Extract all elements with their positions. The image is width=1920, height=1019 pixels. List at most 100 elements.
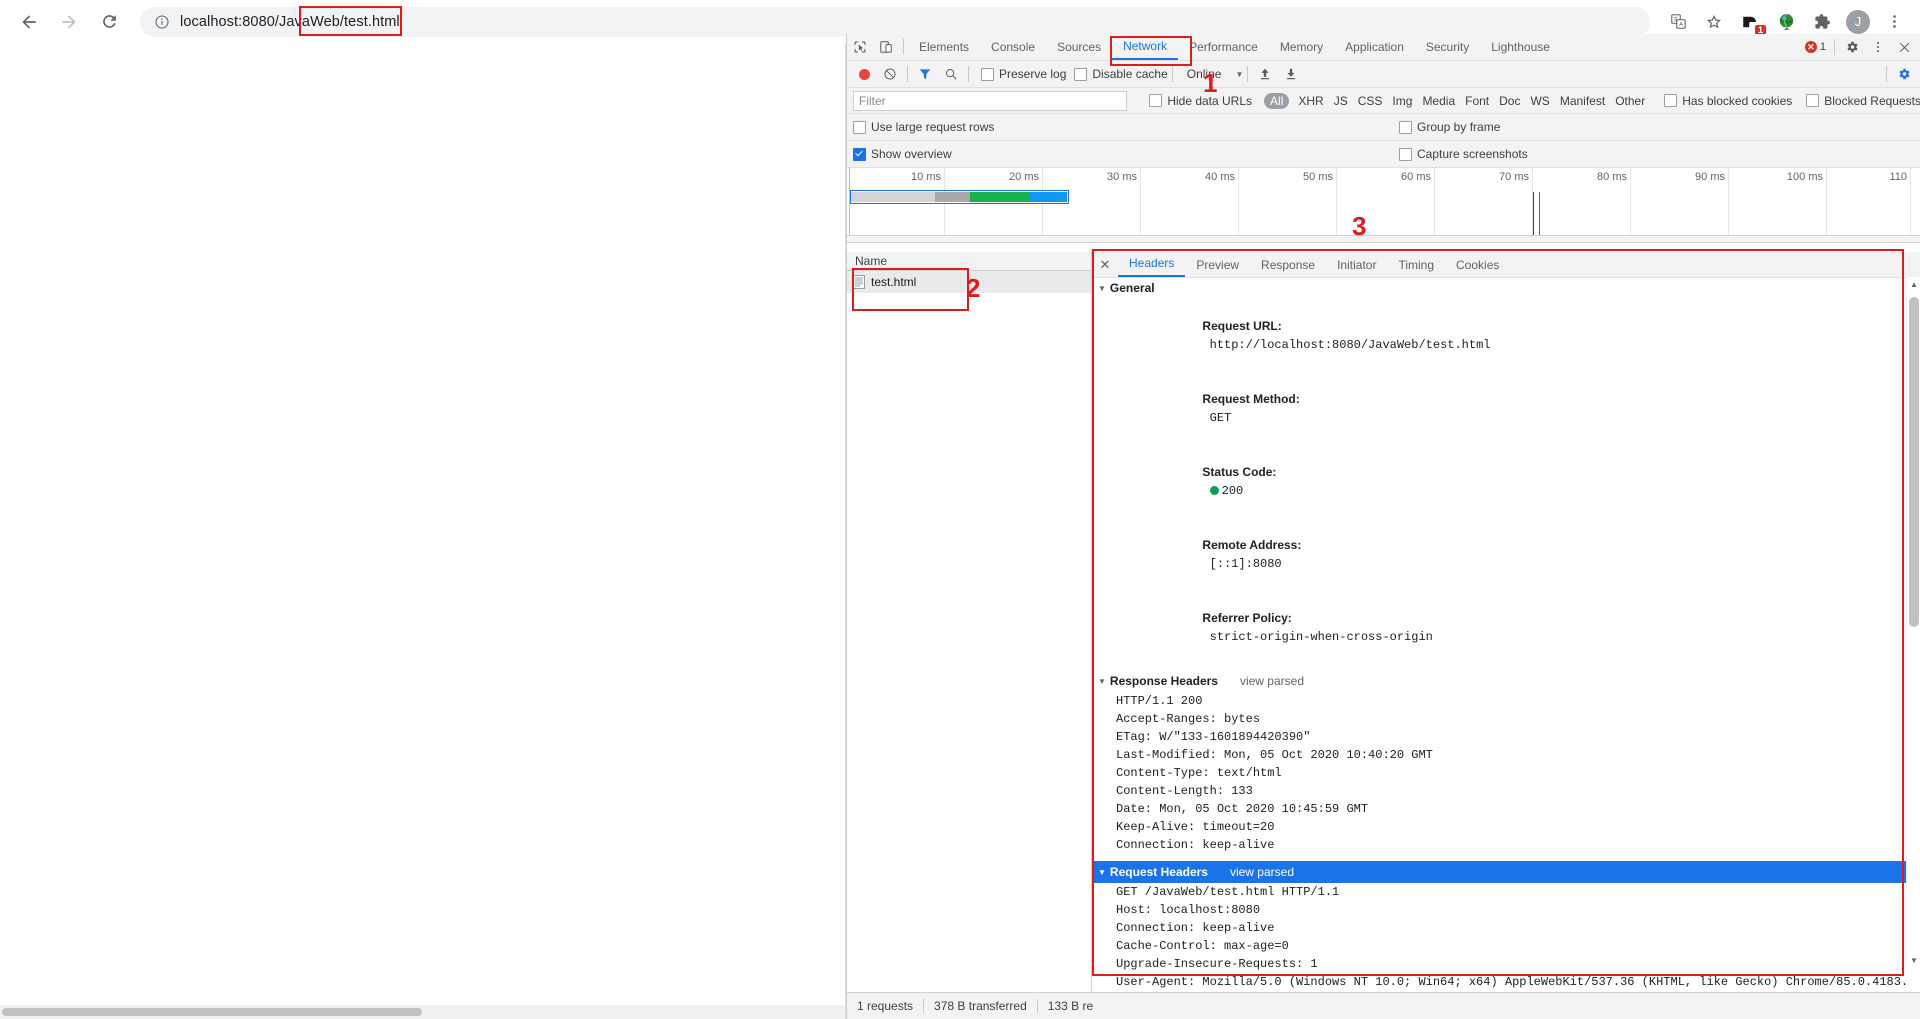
filter-type-media[interactable]: Media <box>1422 94 1455 108</box>
tab-memory[interactable]: Memory <box>1269 35 1334 60</box>
disable-cache-checkbox[interactable]: Disable cache <box>1074 67 1168 81</box>
clear-no-entry-icon[interactable] <box>877 62 903 86</box>
show-overview-checkbox[interactable]: Show overview <box>853 147 952 161</box>
detail-tab-cookies[interactable]: Cookies <box>1445 253 1510 277</box>
export-down-arrow-icon[interactable] <box>1278 62 1304 86</box>
three-dot-menu-icon[interactable] <box>1879 7 1909 37</box>
general-request-url-key: Request URL: <box>1202 319 1282 333</box>
chevron-down-icon: ▼ <box>1098 867 1106 877</box>
filter-type-manifest[interactable]: Manifest <box>1560 94 1605 108</box>
search-magnifier-icon[interactable] <box>938 62 964 86</box>
preserve-log-checkbox[interactable]: Preserve log <box>981 67 1066 81</box>
tab-network[interactable]: Network <box>1112 34 1179 60</box>
translate-icon[interactable]: A文 <box>1663 7 1693 37</box>
detail-tab-timing[interactable]: Timing <box>1387 253 1445 277</box>
request-list-header-name[interactable]: Name <box>847 252 1091 271</box>
request-details-pane: ✕ Headers Preview Response Initiator Tim… <box>1092 252 1920 993</box>
forward-arrow-icon[interactable] <box>52 5 86 39</box>
section-response-headers-header[interactable]: ▼ Response Headers view parsed <box>1092 670 1907 692</box>
idm-extension-icon[interactable]: 1 <box>1735 7 1766 37</box>
filter-type-doc[interactable]: Doc <box>1499 94 1520 108</box>
chevron-down-icon: ▼ <box>1098 676 1106 686</box>
filter-type-xhr[interactable]: XHR <box>1298 94 1323 108</box>
general-request-url-value: http://localhost:8080/JavaWeb/test.html <box>1209 338 1491 352</box>
close-icon[interactable] <box>1891 35 1917 59</box>
filter-type-ws[interactable]: WS <box>1530 94 1549 108</box>
network-overview-timeline[interactable]: 10 ms 20 ms 30 ms 40 ms 50 ms 60 ms 70 m… <box>847 168 1920 236</box>
checkbox-box <box>853 120 866 134</box>
network-settings-gear-icon[interactable] <box>1891 62 1917 86</box>
filter-type-all[interactable]: All <box>1264 92 1290 109</box>
filter-type-img[interactable]: Img <box>1392 94 1412 108</box>
network-status-bar: 1 requests 378 B transferred 133 B re <box>847 992 1920 1019</box>
inspect-element-icon[interactable] <box>847 35 873 59</box>
checkbox-box <box>1074 67 1088 81</box>
reload-icon[interactable] <box>92 5 126 39</box>
filter-input[interactable]: Filter <box>853 90 1128 111</box>
extensions-puzzle-icon[interactable] <box>1807 7 1837 37</box>
request-headers-view-parsed-link[interactable]: view parsed <box>1230 865 1294 879</box>
filter-funnel-icon[interactable] <box>912 62 938 86</box>
back-arrow-icon[interactable] <box>12 5 46 39</box>
filter-type-font[interactable]: Font <box>1465 94 1489 108</box>
divider <box>1886 66 1887 82</box>
has-blocked-cookies-checkbox[interactable]: Has blocked cookies <box>1664 94 1792 108</box>
checkbox-box <box>1149 94 1163 107</box>
info-circle-icon[interactable] <box>154 14 170 30</box>
svg-text:A: A <box>1679 22 1683 28</box>
detail-tab-initiator[interactable]: Initiator <box>1326 253 1387 277</box>
tab-performance[interactable]: Performance <box>1178 35 1269 60</box>
page-horizontal-scrollbar[interactable] <box>0 1005 845 1019</box>
throttling-select[interactable]: Online ▼ <box>1187 67 1244 81</box>
three-dot-menu-icon[interactable] <box>1865 35 1891 59</box>
idm-globe-icon[interactable] <box>1771 7 1801 37</box>
divider <box>1834 39 1835 55</box>
tab-application[interactable]: Application <box>1334 35 1415 60</box>
filter-type-js[interactable]: JS <box>1334 94 1348 108</box>
avatar[interactable]: J <box>1843 7 1873 37</box>
capture-screenshots-label: Capture screenshots <box>1417 147 1528 161</box>
hide-data-urls-checkbox[interactable]: Hide data URLs <box>1149 94 1252 108</box>
close-icon[interactable]: ✕ <box>1092 257 1118 273</box>
filter-type-css[interactable]: CSS <box>1358 94 1383 108</box>
divider <box>1247 66 1249 82</box>
group-by-frame-checkbox[interactable]: Group by frame <box>1399 120 1500 134</box>
checkbox-box <box>853 147 866 161</box>
tab-console[interactable]: Console <box>980 35 1046 60</box>
import-up-arrow-icon[interactable] <box>1252 62 1278 86</box>
error-count-badge[interactable]: ✕ 1 <box>1804 41 1826 53</box>
record-stop-icon[interactable] <box>851 62 877 86</box>
details-vertical-scrollbar[interactable]: ▲ ▼ <box>1906 277 1920 967</box>
use-large-request-rows-checkbox[interactable]: Use large request rows <box>853 120 994 134</box>
scroll-down-arrow-icon[interactable]: ▼ <box>1907 953 1920 967</box>
tab-sources[interactable]: Sources <box>1046 35 1112 60</box>
request-row-test-html[interactable]: test.html <box>847 271 1091 293</box>
capture-screenshots-checkbox[interactable]: Capture screenshots <box>1399 147 1528 161</box>
scrollbar-thumb[interactable] <box>2 1008 422 1016</box>
bookmark-star-icon[interactable] <box>1699 7 1729 37</box>
detail-tab-preview[interactable]: Preview <box>1185 253 1250 277</box>
devtools-tab-list: Elements Console Sources Network Perform… <box>908 34 1561 60</box>
section-general-header[interactable]: ▼ General <box>1092 277 1907 299</box>
filter-type-other[interactable]: Other <box>1615 94 1645 108</box>
tab-elements[interactable]: Elements <box>908 35 980 60</box>
status-resources: 133 B re <box>1047 999 1094 1013</box>
detail-tab-response[interactable]: Response <box>1250 253 1326 277</box>
gear-icon[interactable] <box>1839 35 1865 59</box>
device-toolbar-icon[interactable] <box>873 35 899 59</box>
tab-security[interactable]: Security <box>1415 35 1480 60</box>
panel-splitter[interactable] <box>847 236 1920 243</box>
scrollbar-thumb[interactable] <box>1909 297 1919 627</box>
network-filter-bar: Filter Hide data URLs All XHR JS CSS Img… <box>847 88 1920 114</box>
response-headers-view-parsed-link[interactable]: view parsed <box>1240 674 1304 688</box>
blocked-requests-checkbox[interactable]: Blocked Requests <box>1806 94 1920 108</box>
scroll-up-arrow-icon[interactable]: ▲ <box>1907 277 1920 291</box>
tab-lighthouse[interactable]: Lighthouse <box>1480 35 1561 60</box>
detail-tab-headers[interactable]: Headers <box>1118 252 1186 277</box>
timeline-tick-40ms: 40 ms <box>1205 171 1235 183</box>
section-request-headers-header[interactable]: ▼ Request Headers view parsed <box>1092 861 1907 883</box>
status-transferred: 378 B transferred <box>934 999 1027 1013</box>
response-header-line: Last-Modified: Mon, 05 Oct 2020 10:40:20… <box>1116 748 1433 762</box>
address-bar[interactable]: localhost:8080/JavaWeb/test.html <box>140 6 1650 37</box>
general-request-url: Request URL: http://localhost:8080/JavaW… <box>1092 299 1907 372</box>
